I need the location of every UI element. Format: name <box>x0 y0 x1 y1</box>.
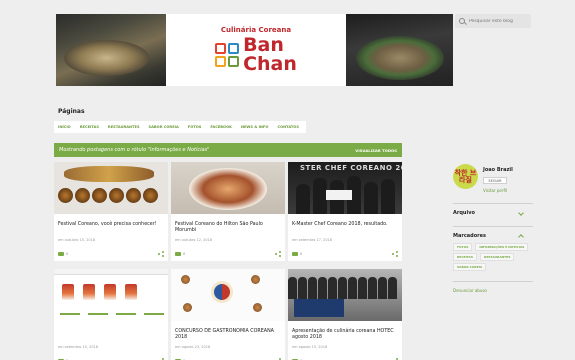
post-card[interactable]: STER CHEF COREANO 2018 K-Master Chef Cor… <box>288 162 402 261</box>
post-thumbnail[interactable] <box>288 269 402 321</box>
post-card[interactable]: em setembro 10, 2018 0 <box>54 269 168 360</box>
avatar[interactable]: 착한 브라질 <box>453 164 478 189</box>
comment-link[interactable]: 0 <box>175 252 185 256</box>
pages-heading: Páginas <box>58 108 85 115</box>
header-food-photo-left <box>56 14 166 86</box>
posts-grid: Festival Coreano, você precisa conhecer!… <box>54 162 402 360</box>
comment-icon[interactable] <box>175 252 181 256</box>
logo-subtitle: Culinária Coreana <box>220 26 292 34</box>
post-card[interactable]: Apresentação de culinária coreana HOTEC … <box>288 269 402 360</box>
post-thumbnail[interactable] <box>54 162 168 214</box>
comment-count: 0 <box>300 252 303 256</box>
post-title[interactable]: Festival Coreano do Hilton São Paulo Mor… <box>175 222 281 235</box>
header-food-photo-right <box>346 14 453 86</box>
post-card[interactable]: Festival Coreano, você precisa conhecer!… <box>54 162 168 261</box>
visit-profile-link[interactable]: Visitar perfil <box>483 188 513 193</box>
profile-name[interactable]: Joao Brazil <box>483 167 513 173</box>
post-title[interactable]: CONCURSO DE GASTRONOMIA COREANA 2018 <box>175 329 281 342</box>
post-date: em agosto 23, 2018 <box>175 345 211 349</box>
thumbnail-banner-text: STER CHEF COREANO 2018 <box>300 164 402 172</box>
comment-link[interactable]: 0 <box>58 252 68 256</box>
post-date: em setembro 17, 2018 <box>292 238 333 242</box>
search-box[interactable] <box>455 14 531 28</box>
comment-link[interactable]: 0 <box>292 252 302 256</box>
post-title[interactable]: Festival Coreano, você precisa conhecer! <box>58 222 164 228</box>
post-card[interactable]: Festival Coreano do Hilton São Paulo Mor… <box>171 162 285 261</box>
nav-item-contatos[interactable]: CONTATOS <box>277 125 298 129</box>
share-icon[interactable] <box>275 251 281 257</box>
chevron-down-icon[interactable] <box>518 210 524 216</box>
logo-grid-icon <box>215 43 240 67</box>
pages-nav: INÍCIO RECEITAS RESTAURANTES SABOR COREI… <box>54 121 306 133</box>
post-thumbnail[interactable] <box>171 269 285 321</box>
labels-section: Marcadores FOTOS INFORMAÇÕES E NOTÍCIAS … <box>453 226 533 271</box>
blog-logo[interactable]: Culinária Coreana Ban Chan <box>166 14 346 86</box>
nav-item-news-info[interactable]: NEWS & INFO <box>241 125 269 129</box>
label-chip-restaurantes[interactable]: RESTAURANTES <box>480 253 515 261</box>
search-icon[interactable] <box>459 18 465 24</box>
nav-item-receitas[interactable]: RECEITAS <box>80 125 99 129</box>
post-card[interactable]: CONCURSO DE GASTRONOMIA COREANA 2018 em … <box>171 269 285 360</box>
nav-item-inicio[interactable]: INÍCIO <box>58 125 71 129</box>
share-icon[interactable] <box>392 251 398 257</box>
label-filter-message: Mostrando postagens com o rótulo "Inform… <box>59 147 210 153</box>
comment-icon[interactable] <box>58 252 64 256</box>
label-filter-bar: Mostrando postagens com o rótulo "Inform… <box>54 143 402 157</box>
share-icon[interactable] <box>158 251 164 257</box>
nav-item-sabor-coreia[interactable]: SABOR COREIA <box>149 125 179 129</box>
post-title[interactable]: K-Master Chef Coreano 2018, resultado. <box>292 222 398 228</box>
post-thumbnail[interactable] <box>54 269 168 321</box>
post-date: em outubro 15, 2018 <box>58 238 96 242</box>
label-chip-fotos[interactable]: FOTOS <box>453 243 473 251</box>
comment-count: 0 <box>183 252 186 256</box>
comment-count: 0 <box>66 252 69 256</box>
chevron-up-icon[interactable] <box>518 234 524 240</box>
sidebar: 착한 브라질 Joao Brazil SEGUIR Visitar perfil… <box>453 164 533 293</box>
logo-text-chan: Chan <box>243 53 297 75</box>
nav-item-restaurantes[interactable]: RESTAURANTES <box>108 125 140 129</box>
labels-title[interactable]: Marcadores <box>453 233 486 239</box>
post-date: em agosto 15, 2018 <box>292 345 328 349</box>
nav-item-facebook[interactable]: FACEBOOK <box>210 125 232 129</box>
blog-header[interactable]: Culinária Coreana Ban Chan <box>56 14 453 86</box>
comment-icon[interactable] <box>292 252 298 256</box>
follow-button[interactable]: SEGUIR <box>483 177 507 184</box>
post-date: em outubro 12, 2018 <box>175 238 213 242</box>
post-date: em setembro 10, 2018 <box>58 345 99 349</box>
archive-section[interactable]: Arquivo <box>453 203 533 216</box>
post-thumbnail[interactable]: STER CHEF COREANO 2018 <box>288 162 402 214</box>
post-title[interactable]: Apresentação de culinária coreana HOTEC … <box>292 329 398 342</box>
post-thumbnail[interactable] <box>171 162 285 214</box>
profile-widget: 착한 브라질 Joao Brazil SEGUIR Visitar perfil <box>453 164 533 193</box>
blog-page: Culinária Coreana Ban Chan Páginas INÍCI… <box>0 0 575 360</box>
view-all-button[interactable]: VISUALIZAR TODOS <box>355 148 397 153</box>
label-chip-sabor-coreia[interactable]: SABOR COREIA <box>453 263 487 271</box>
nav-item-fotos[interactable]: FOTOS <box>188 125 202 129</box>
label-chip-receitas[interactable]: RECEITAS <box>453 253 478 261</box>
label-chip-informacoes[interactable]: INFORMAÇÕES E NOTÍCIAS <box>475 243 529 251</box>
archive-title[interactable]: Arquivo <box>453 210 475 216</box>
report-abuse-link[interactable]: Denunciar abuso <box>453 281 533 293</box>
search-input[interactable] <box>469 18 529 24</box>
